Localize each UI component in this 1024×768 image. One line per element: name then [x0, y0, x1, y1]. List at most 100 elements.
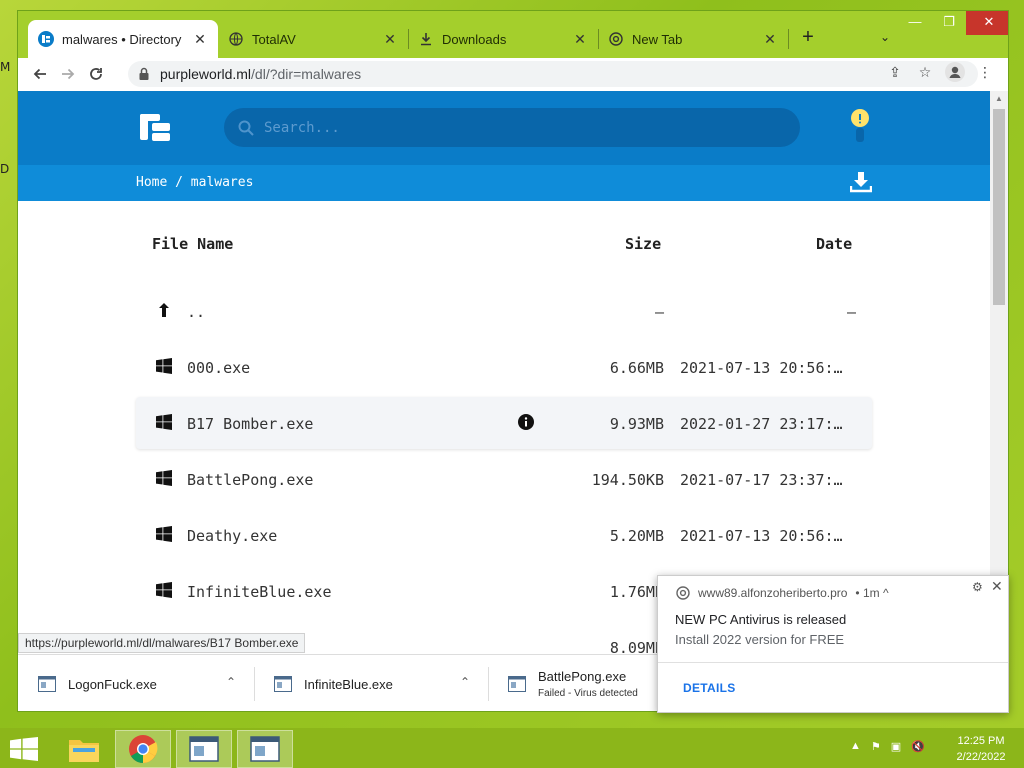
notification-divider	[658, 662, 1008, 663]
tab-title: Downloads	[442, 31, 507, 47]
file-size: —	[654, 303, 664, 321]
file-size: 194.50KB	[591, 471, 664, 489]
tab-malwares[interactable]: malwares • Directory Lis ✕	[28, 20, 218, 58]
windows-exe-icon	[156, 526, 172, 542]
site-header	[18, 91, 990, 165]
show-hidden-icons-icon[interactable]: ▲	[850, 740, 861, 753]
column-header-date[interactable]: Date	[816, 235, 852, 253]
download-item[interactable]: InfiniteBlue.exe ⌃	[254, 655, 488, 711]
lock-icon	[139, 67, 149, 80]
lightbulb-icon[interactable]	[850, 109, 870, 143]
table-row[interactable]: 000.exe 6.66MB 2021-07-13 20:56:…	[136, 341, 872, 393]
windows-exe-icon	[156, 414, 172, 430]
taskbar-clock[interactable]: 12:25 PM 2/22/2022	[946, 733, 1016, 765]
table-row[interactable]: Deathy.exe 5.20MB 2021-07-13 20:56:…	[136, 509, 872, 561]
table-row[interactable]: BattlePong.exe 194.50KB 2021-07-17 23:37…	[136, 453, 872, 505]
download-item[interactable]: LogonFuck.exe ⌃	[18, 655, 254, 711]
site-logo-icon[interactable]	[138, 111, 172, 143]
url-path: /dl/?dir=malwares	[251, 66, 362, 82]
taskbar-chrome[interactable]	[115, 730, 171, 768]
desktop-icon-label: M	[0, 60, 11, 74]
breadcrumb-home[interactable]: Home	[136, 175, 167, 190]
file-name: InfiniteBlue.exe	[187, 583, 332, 601]
details-button[interactable]: DETAILS	[683, 681, 736, 695]
url-domain: purpleworld.ml	[160, 66, 252, 82]
menu-kebab-icon[interactable]: ⋮	[974, 61, 996, 83]
tab-new-tab[interactable]: New Tab ✕	[598, 20, 788, 58]
breadcrumb: Home / malwares	[136, 175, 253, 190]
tab-title: TotalAV	[252, 31, 296, 47]
close-icon[interactable]: ✕	[762, 31, 778, 48]
table-row[interactable]: B17 Bomber.exe 9.93MB 2022-01-27 23:17:…	[136, 397, 872, 449]
minimize-button[interactable]: —	[898, 11, 932, 35]
tab-totalav[interactable]: TotalAV ✕	[218, 20, 408, 58]
breadcrumb-current[interactable]: malwares	[191, 175, 254, 190]
scroll-up-arrow-icon[interactable]: ▲	[990, 91, 1008, 107]
table-row[interactable]: .. — —	[136, 285, 872, 337]
desktop-icon-label: D	[0, 162, 10, 176]
download-name: BattlePong.exe	[538, 669, 627, 684]
web-page: Home / malwares File Name Size Date .. —…	[18, 91, 990, 653]
chevron-up-icon[interactable]: ⌃	[223, 675, 239, 689]
tab-downloads[interactable]: Downloads ✕	[408, 20, 598, 58]
notification-time: • 1m ^	[855, 586, 889, 600]
chrome-icon	[129, 735, 158, 763]
tab-divider	[788, 29, 789, 49]
exe-file-icon	[38, 676, 56, 692]
folder-icon	[69, 740, 99, 762]
clock-date: 2/22/2022	[956, 751, 1006, 763]
download-item[interactable]: BattlePong.exe Failed - Virus detected	[488, 655, 658, 711]
column-header-size[interactable]: Size	[625, 235, 661, 253]
maximize-button[interactable]: ❐	[932, 11, 966, 35]
volume-muted-icon[interactable]: 🔇	[911, 740, 925, 753]
chevron-up-icon[interactable]: ⌃	[457, 675, 473, 689]
file-size: 1.76MB	[609, 583, 664, 601]
exe-file-icon	[274, 676, 292, 692]
file-date: 2022-01-27 23:17:…	[680, 415, 843, 433]
file-size: 6.66MB	[609, 359, 664, 377]
search-input[interactable]	[264, 119, 744, 136]
tab-title: malwares • Directory Lis	[62, 31, 186, 47]
scrollbar-thumb[interactable]	[993, 109, 1005, 305]
taskbar-file-explorer[interactable]	[56, 730, 112, 768]
gear-icon[interactable]: ⚙	[972, 580, 983, 594]
new-tab-button[interactable]: +	[796, 25, 820, 49]
bookmark-star-icon[interactable]: ☆	[914, 61, 936, 83]
download-folder-icon[interactable]	[849, 171, 873, 193]
close-icon[interactable]: ✕	[192, 31, 208, 48]
close-icon[interactable]: ✕	[572, 31, 588, 48]
tab-search-button[interactable]: ⌄	[875, 27, 895, 47]
column-header-name[interactable]: File Name	[152, 235, 233, 253]
network-icon[interactable]: ▣	[891, 740, 901, 753]
forward-button[interactable]	[54, 60, 82, 88]
windows-exe-icon	[156, 358, 172, 374]
taskbar-window-1[interactable]	[176, 730, 232, 768]
file-name: ..	[187, 303, 206, 321]
taskbar-window-2[interactable]	[237, 730, 293, 768]
page-scrollbar[interactable]: ▲ ▼	[990, 91, 1008, 653]
push-notification[interactable]: www89.alfonzoheriberto.pro • 1m ^ ⚙ ✕ NE…	[657, 575, 1009, 713]
address-bar[interactable]: purpleworld.ml/dl/?dir=malwares	[128, 61, 978, 87]
download-name: InfiniteBlue.exe	[304, 676, 393, 692]
file-date: 2021-07-17 23:37:…	[680, 471, 843, 489]
breadcrumb-bar: Home / malwares	[18, 165, 990, 201]
application-window-icon	[250, 736, 280, 762]
site-search-box[interactable]	[224, 108, 800, 147]
file-name: Deathy.exe	[187, 527, 278, 545]
share-icon[interactable]: ⇪	[884, 61, 906, 83]
action-center-flag-icon[interactable]: ⚑	[871, 740, 881, 753]
clock-time: 12:25 PM	[957, 735, 1005, 747]
profile-avatar-icon[interactable]	[944, 61, 966, 83]
close-window-button[interactable]: ✕	[966, 11, 1008, 35]
windows-start-icon[interactable]	[10, 737, 38, 761]
file-date: —	[846, 303, 856, 321]
file-size: 9.93MB	[609, 415, 664, 433]
close-icon[interactable]: ✕	[382, 31, 398, 48]
info-icon[interactable]	[518, 414, 534, 430]
reload-icon	[90, 68, 102, 80]
windows-exe-icon	[156, 470, 172, 486]
back-button[interactable]	[26, 60, 54, 88]
close-icon[interactable]: ✕	[991, 578, 1003, 595]
reload-button[interactable]	[82, 60, 110, 88]
notification-body: Install 2022 version for FREE	[675, 632, 845, 647]
